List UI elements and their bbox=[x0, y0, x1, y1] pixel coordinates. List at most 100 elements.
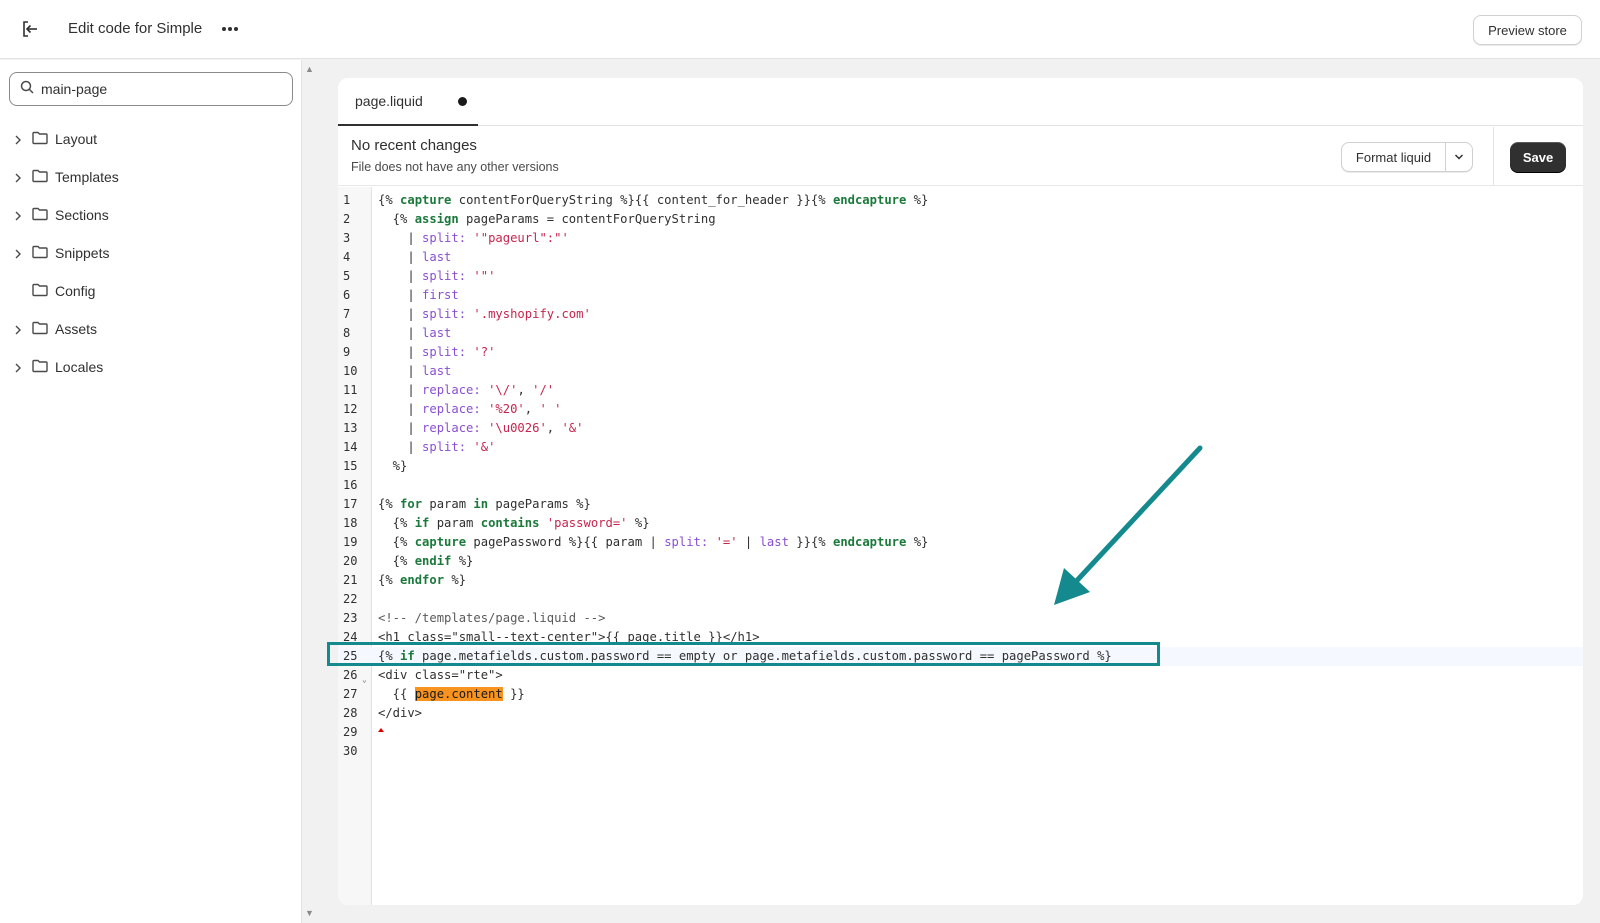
folder-locales[interactable]: Locales bbox=[0, 348, 300, 386]
search-icon bbox=[20, 80, 34, 99]
tab-page-liquid[interactable]: page.liquid bbox=[338, 78, 478, 126]
line-code: | replace: '\/', '/' bbox=[378, 383, 555, 397]
chevron-right-icon bbox=[14, 171, 24, 183]
code-line[interactable]: 1 {% capture contentForQueryString %}{{ c… bbox=[338, 191, 1583, 210]
code-line[interactable]: 7 | split: '.myshopify.com' bbox=[338, 305, 1583, 324]
line-code: | last bbox=[378, 250, 452, 264]
code-line[interactable]: 29 bbox=[338, 723, 1583, 742]
divider bbox=[1493, 127, 1494, 185]
file-sidebar: Layout Templates Sections Snippets Confi… bbox=[0, 60, 302, 923]
line-number: 29 bbox=[343, 725, 358, 739]
chevron-right-icon bbox=[14, 133, 24, 145]
line-number: 24 bbox=[343, 630, 358, 644]
code-line[interactable]: 28 </div> bbox=[338, 704, 1583, 723]
search-field[interactable] bbox=[9, 72, 293, 106]
code-line[interactable]: 23 <!-- /templates/page.liquid --> bbox=[338, 609, 1583, 628]
line-code: | split: '"pageurl":"' bbox=[378, 231, 569, 245]
code-line[interactable]: 25 {% if page.metafields.custom.password … bbox=[338, 647, 1583, 666]
line-code: {% endif %} bbox=[378, 554, 474, 568]
top-bar: Edit code for Simple Preview store bbox=[0, 0, 1600, 59]
code-line[interactable]: 26 ⌄ <div class="rte"> bbox=[338, 666, 1583, 685]
line-code: | last bbox=[378, 326, 452, 340]
line-code: | split: '"' bbox=[378, 269, 496, 283]
save-button[interactable]: Save bbox=[1510, 142, 1566, 172]
code-line[interactable]: 15 %} bbox=[338, 457, 1583, 476]
unsaved-dot-icon bbox=[458, 97, 467, 106]
code-line[interactable]: 12 | replace: '%20', ' ' bbox=[338, 400, 1583, 419]
folder-snippets[interactable]: Snippets bbox=[0, 234, 300, 272]
code-line[interactable]: 10 | last bbox=[338, 362, 1583, 381]
folder-icon bbox=[32, 207, 48, 226]
line-code: </div> bbox=[378, 706, 423, 720]
code-line[interactable]: 21 {% endfor %} bbox=[338, 571, 1583, 590]
search-input[interactable] bbox=[41, 81, 261, 97]
chevron-right-icon bbox=[14, 361, 24, 373]
line-code: {% endfor %} bbox=[378, 573, 467, 587]
code-line[interactable]: 4 | last bbox=[338, 248, 1583, 267]
line-number: 30 bbox=[343, 744, 358, 758]
scroll-up-arrow[interactable]: ▲ bbox=[305, 64, 314, 74]
tab-label: page.liquid bbox=[355, 93, 423, 109]
folder-assets[interactable]: Assets bbox=[0, 310, 300, 348]
folder-sections[interactable]: Sections bbox=[0, 196, 300, 234]
code-line[interactable]: 8 | last bbox=[338, 324, 1583, 343]
line-number: 12 bbox=[343, 402, 358, 416]
file-tree: Layout Templates Sections Snippets Confi… bbox=[0, 120, 300, 386]
code-line[interactable]: 22 bbox=[338, 590, 1583, 609]
folder-layout[interactable]: Layout bbox=[0, 120, 300, 158]
tab-bar: page.liquid bbox=[338, 78, 1583, 126]
line-number: 1 bbox=[343, 193, 351, 207]
line-number: 18 bbox=[343, 516, 358, 530]
code-line[interactable]: 3 | split: '"pageurl":"' bbox=[338, 229, 1583, 248]
chevron-right-icon bbox=[14, 323, 24, 335]
exit-icon[interactable] bbox=[18, 17, 42, 41]
code-line[interactable]: 6 | first bbox=[338, 286, 1583, 305]
code-line[interactable]: 9 | split: '?' bbox=[338, 343, 1583, 362]
line-number: 10 bbox=[343, 364, 358, 378]
code-editor[interactable]: 1 {% capture contentForQueryString %}{{ c… bbox=[338, 187, 1583, 905]
line-code: | split: '?' bbox=[378, 345, 496, 359]
format-liquid-button[interactable]: Format liquid bbox=[1342, 143, 1446, 171]
folder-label: Locales bbox=[55, 359, 104, 375]
folder-label: Config bbox=[55, 283, 96, 299]
line-number: 27 bbox=[343, 687, 358, 701]
code-line[interactable]: 11 | replace: '\/', '/' bbox=[338, 381, 1583, 400]
code-line[interactable]: 17 {% for param in pageParams %} bbox=[338, 495, 1583, 514]
folder-label: Sections bbox=[55, 207, 109, 223]
code-line[interactable]: 2 {% assign pageParams = contentForQuery… bbox=[338, 210, 1583, 229]
line-number: 2 bbox=[343, 212, 351, 226]
code-line[interactable]: 20 {% endif %} bbox=[338, 552, 1583, 571]
code-line[interactable]: 16 bbox=[338, 476, 1583, 495]
more-actions-icon[interactable] bbox=[218, 17, 242, 41]
line-number: 28 bbox=[343, 706, 358, 720]
code-line[interactable]: 27 {{ page.content }} bbox=[338, 685, 1583, 704]
line-code: | replace: '%20', ' ' bbox=[378, 402, 562, 416]
folder-templates[interactable]: Templates bbox=[0, 158, 300, 196]
line-code: {{ page.content }} bbox=[378, 687, 525, 701]
chevron-down-icon[interactable] bbox=[1446, 143, 1472, 171]
code-line[interactable]: 14 | split: '&' bbox=[338, 438, 1583, 457]
preview-store-button[interactable]: Preview store bbox=[1473, 15, 1582, 45]
line-code: %} bbox=[378, 459, 408, 473]
folder-config[interactable]: Config bbox=[0, 272, 300, 310]
line-number: 26 bbox=[343, 668, 358, 682]
line-number: 6 bbox=[343, 288, 351, 302]
line-number: 17 bbox=[343, 497, 358, 511]
line-number: 21 bbox=[343, 573, 358, 587]
line-code: | last bbox=[378, 364, 452, 378]
folder-icon bbox=[32, 359, 48, 378]
code-line[interactable]: 24 <h1 class="small--text-center">{{ page… bbox=[338, 628, 1583, 647]
code-line[interactable]: 30 bbox=[338, 742, 1583, 761]
code-line[interactable]: 19 {% capture pagePassword %}{{ param | … bbox=[338, 533, 1583, 552]
line-number: 19 bbox=[343, 535, 358, 549]
format-liquid-button-group: Format liquid bbox=[1341, 142, 1473, 172]
line-code: {% capture pagePassword %}{{ param | spl… bbox=[378, 535, 929, 549]
code-line[interactable]: 18 {% if param contains 'password=' %} bbox=[338, 514, 1583, 533]
code-line[interactable]: 13 | replace: '\u0026', '&' bbox=[338, 419, 1583, 438]
code-line[interactable]: 5 | split: '"' bbox=[338, 267, 1583, 286]
scroll-down-arrow[interactable]: ▼ bbox=[305, 908, 314, 918]
version-bar: No recent changes File does not have any… bbox=[338, 127, 1583, 186]
line-code: <h1 class="small--text-center">{{ page.t… bbox=[378, 630, 760, 644]
line-number: 11 bbox=[343, 383, 358, 397]
line-code: {% capture contentForQueryString %}{{ co… bbox=[378, 193, 929, 207]
